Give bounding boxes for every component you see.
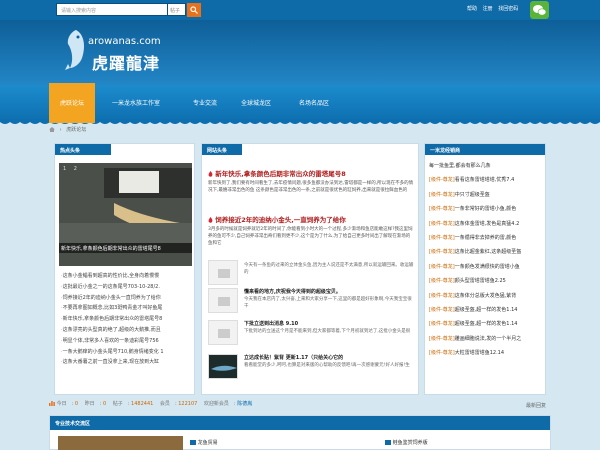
wechat-icon[interactable] <box>530 1 549 19</box>
news-thumbnail[interactable] <box>208 260 238 285</box>
stat-newest-member: 欢迎新会员: 陈德胤 <box>203 401 253 407</box>
folder-icon <box>190 440 196 445</box>
headline-2-summary: 3月多的时候就是饲养就近2年的时间了,你能看到小时大的一个过程,多少渐场和鱼店能… <box>208 227 413 246</box>
headline-1[interactable]: 新年快乐,拿条颜色后期非常出众的雷塔尾号8 <box>208 168 346 178</box>
news-thumbnail[interactable] <box>208 354 238 379</box>
list-item[interactable]: [级件-尊龙]一条循得非去掉养的雷,颜色 <box>429 234 545 248</box>
list-item[interactable]: 这条大番薯之前一直没拿上来,现在放到大缸 <box>61 358 191 369</box>
search-icon <box>190 6 198 14</box>
list-item[interactable]: [级件-尊龙]看看这条雷塔塔塔,优秀7.4 <box>429 176 545 190</box>
search-scope-select[interactable]: 帖子 <box>168 3 186 16</box>
list-item[interactable]: 饲养接近2年的迪纳小金头一直饲养为了给你 <box>61 294 191 305</box>
news-item[interactable]: 下批立送到出消息 9.10 下批到达的立送这个月是不能来到,但大家都等着,下个月… <box>208 320 414 348</box>
site-logo[interactable]: arowanas.com 虎躍龍津 <box>62 26 182 76</box>
logo-url: arowanas.com <box>88 36 161 47</box>
breadcrumb-separator: › <box>59 127 62 133</box>
tech-exchange-title: 专业技术交流区 <box>50 416 550 430</box>
news-item-summary: 今天我在本店内了,太兴奋,上来和大家分享一下,这里的都是超好形象啊,今天我宝宝很… <box>244 297 412 309</box>
stat-members: 会员: 122107 <box>159 401 198 407</box>
list-item[interactable]: [级件-尊龙]中只寸超级圣盔 <box>429 191 545 205</box>
stat-posts: 帖子: 1482441 <box>112 401 154 407</box>
slide-num-1[interactable]: 1 <box>63 166 66 172</box>
hot-topics-list: 这条小金鲳看到超高的性价比,全身向着慢慢 这批最近小金之一的这条尾号703-10… <box>61 272 191 369</box>
list-item[interactable]: 明显个体,非常多人喜欢的一条迪彩尾号756 <box>61 337 191 348</box>
arowana-logo-icon <box>65 30 84 70</box>
nav-item-studio[interactable]: 一米龙水族工作室 <box>112 98 160 107</box>
slide-indicator[interactable]: 1 2 <box>63 166 77 172</box>
subforum-dragon-trade[interactable]: 龙鱼贸易 <box>190 439 218 446</box>
news-item-summary: 今天有一条鱼的过来的立体金头鱼,因为主人说还是不太满意,所以就运输回来。收运输的 <box>244 263 414 275</box>
list-item[interactable]: 一条大鹅痒的小金头尾号710,鹅身情绪变化 1 <box>61 348 191 359</box>
list-item[interactable]: 新年快乐,拿条颜色后期非常出众的雷塔尾号8 <box>61 315 191 326</box>
breadcrumb-current[interactable]: 虎跃论坛 <box>66 127 86 133</box>
hot-topics-title: 热点头条 <box>55 144 111 155</box>
subforum-salmon[interactable]: 鲑鱼鉴赏饲养版 <box>385 439 428 446</box>
list-item[interactable]: [级件-尊龙]一条非常好的雷塔小鱼,颜色 <box>429 205 545 219</box>
flame-icon <box>208 171 213 177</box>
headline-2-text[interactable]: 饲养接近2年的迪纳小金头,一直饲养为了给你 <box>215 216 346 224</box>
latest-replies-link[interactable]: 最新回复 <box>526 402 546 409</box>
nav-item-global[interactable]: 全球城龙区 <box>241 98 271 107</box>
list-item[interactable]: [级件-尊龙]超级圣盔,超一样的发色1.14 <box>429 306 545 320</box>
breadcrumb: › 虎跃论坛 <box>49 126 551 136</box>
list-item[interactable]: 这条小金鲳看到超高的性价比,全身向着慢慢 <box>61 272 191 283</box>
stats-chart-icon <box>49 401 55 406</box>
top-links: 帮助 注册 找回密码 <box>467 5 522 12</box>
list-item[interactable]: [级件-尊龙]这条体金雷塔,发色是真猛4.2 <box>429 220 545 234</box>
hot-topics-panel: 热点头条 1 2 新年快乐,拿条颜色后期非常出众的雷塔尾号8 这条小金鲳看到超高… <box>54 143 195 395</box>
news-item-title[interactable]: 懂来看的地方,庆祝我今天得到的超级宝贝。 <box>244 288 341 295</box>
forum-thumbnail[interactable] <box>58 436 183 450</box>
tech-exchange-panel: 专业技术交流区 龙鱼贸易 鲑鱼鉴赏饲养版 <box>49 415 551 450</box>
stat-yesterday: 昨日: 0 <box>84 401 107 407</box>
forgot-password-link[interactable]: 找回密码 <box>498 6 518 12</box>
site-headlines-title: 网站头条 <box>202 144 242 155</box>
list-item[interactable]: 这条漂亮的头型真的绝了,超级的大鹅推,而且 <box>61 326 191 337</box>
slideshow[interactable]: 1 2 新年快乐,拿条颜色后期非常出众的雷塔尾号8 <box>59 163 192 266</box>
flame-icon <box>208 217 213 223</box>
list-item[interactable]: [级件-尊龙]大粒雷塔雷塔鱼12.14 <box>429 349 545 363</box>
list-item[interactable]: 这批最近小金之一的这条尾号703-10-28/2. <box>61 283 191 294</box>
slide-caption[interactable]: 新年快乐,拿条颜色后期非常出众的雷塔尾号8 <box>59 243 192 253</box>
search-button[interactable] <box>187 3 201 17</box>
news-item[interactable]: 立达成长贴！紫背 更新1.17（只给关心它的 看看能堂的多少,呵呵,也算是对来版… <box>208 354 414 382</box>
register-link[interactable]: 注册 <box>483 6 493 12</box>
nav-item-home[interactable]: 虎跃论坛 <box>49 83 95 123</box>
nav-item-famous[interactable]: 名场名品区 <box>299 98 329 107</box>
headline-1-summary: 新年快到了,我们要有时间看生了,去年疫情问题,很多鱼都没办法到达,雷塔都是一样的… <box>208 181 414 193</box>
slide-num-2[interactable]: 2 <box>74 166 77 172</box>
news-item-title[interactable]: 下批立送到出消息 9.10 <box>244 320 298 327</box>
dealers-panel: 一米龙经销商 每一批鱼里,都会有那么几条 [级件-尊龙]看看这条雷塔塔塔,优秀7… <box>424 143 546 395</box>
forum-stats: 今日: 0 昨日: 0 帖子: 1482441 会员: 122107 欢迎新会员… <box>49 400 551 411</box>
list-item[interactable]: [级件-尊龙]一条颜色发满很快的雷塔小鱼 <box>429 263 545 277</box>
logo-title: 虎躍龍津 <box>92 54 161 73</box>
list-item[interactable]: 每一批鱼里,都会有那么几条 <box>429 162 545 176</box>
news-thumbnail[interactable] <box>208 288 238 313</box>
list-item[interactable]: [级件-尊龙]雕画细胞说法,发的一个半月之 <box>429 335 545 349</box>
list-item[interactable]: 不要再拿图如概念,比如3斑鸭青金才叫好鱼尾 <box>61 304 191 315</box>
news-item-summary: 下批到达的立送这个月是不能来到,但大家都等着,下个月初就到达了,这批小金头是很 <box>244 329 411 334</box>
news-item[interactable]: 今天有一条鱼的过来的立体金头鱼,因为主人说还是不太满意,所以就运输回来。收运输的 <box>208 260 414 288</box>
list-item[interactable]: [级件-尊龙]这条体分总版大发色猛,紫背 <box>429 292 545 306</box>
search-input[interactable]: 请输入搜索内容 <box>56 3 168 16</box>
list-item[interactable]: [级件-尊龙]这条比超金紫红,这条超级圣盔 <box>429 248 545 262</box>
news-thumbnail[interactable] <box>208 320 238 345</box>
news-item-title[interactable]: 立达成长贴！紫背 更新1.17（只给关心它的 <box>244 354 343 361</box>
folder-icon <box>385 440 391 445</box>
dealers-list: 每一批鱼里,都会有那么几条 [级件-尊龙]看看这条雷塔塔塔,优秀7.4 [级件-… <box>429 162 545 363</box>
home-icon[interactable] <box>49 127 55 132</box>
site-headlines-panel: 网站头条 新年快乐,拿条颜色后期非常出众的雷塔尾号8 新年快到了,我们要有时间看… <box>201 143 419 395</box>
help-link[interactable]: 帮助 <box>467 6 477 12</box>
stat-today: 今日: 0 <box>56 401 79 407</box>
top-bar: 请输入搜索内容 帖子 帮助 注册 找回密码 <box>0 0 600 20</box>
list-item[interactable]: [级件-尊龙]超级圣盔,超一样的发色1.14 <box>429 320 545 334</box>
headline-2[interactable]: 饲养接近2年的迪纳小金头,一直饲养为了给你 <box>208 214 346 224</box>
news-item[interactable]: 懂来看的地方,庆祝我今天得到的超级宝贝。 今天我在本店内了,太兴奋,上来和大家分… <box>208 288 414 316</box>
headline-1-text[interactable]: 新年快乐,拿条颜色后期非常出众的雷塔尾号8 <box>215 170 346 178</box>
list-item[interactable]: [级件-尊龙]颜头型雷塔雷塔鱼2.25 <box>429 277 545 291</box>
nav-item-discussion[interactable]: 专业交流 <box>193 98 217 107</box>
dealers-title: 一米龙经销商 <box>425 144 545 155</box>
news-item-summary: 看看能堂的多少,呵呵,也算是对来版的心帮助的反馈吧!再一次感谢蒙元!好人好报!生 <box>244 363 410 368</box>
